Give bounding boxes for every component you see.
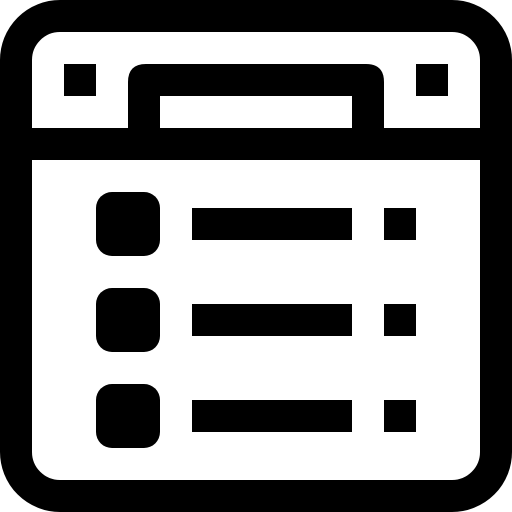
browser-window-list-icon — [0, 0, 512, 512]
list-line — [192, 400, 352, 432]
titlebar-divider — [16, 128, 496, 160]
titlebar-left-square — [64, 64, 96, 96]
icon-canvas — [0, 0, 512, 512]
list-bullet — [96, 384, 160, 448]
list-bullet — [96, 192, 160, 256]
list-line — [192, 208, 352, 240]
titlebar-right-square — [416, 64, 448, 96]
list-marker — [384, 304, 416, 336]
list-bullet — [96, 288, 160, 352]
list-line — [192, 304, 352, 336]
list-marker — [384, 400, 416, 432]
list-marker — [384, 208, 416, 240]
